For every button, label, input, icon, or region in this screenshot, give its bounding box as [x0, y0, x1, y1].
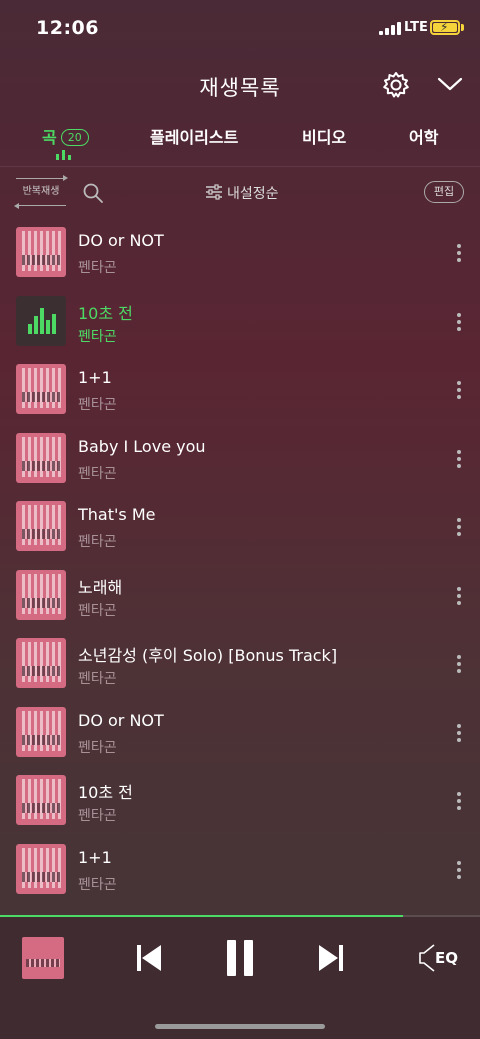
album-art — [16, 775, 66, 825]
more-options-icon[interactable] — [455, 655, 463, 675]
more-options-icon[interactable] — [455, 723, 463, 744]
song-artist: 펜타곤 — [78, 397, 117, 413]
song-title: 10초 전 — [78, 783, 133, 802]
song-title: 1+1 — [78, 368, 112, 387]
song-row[interactable]: That's Me 펜타곤 — [0, 492, 480, 560]
album-art — [16, 364, 66, 414]
battery-icon: ⚡ — [430, 20, 460, 35]
album-art — [16, 843, 66, 894]
song-row[interactable]: 1+1 펜타곤 — [0, 835, 480, 903]
signal-icon — [379, 22, 401, 35]
song-row[interactable]: Baby I Love you 펜타곤 — [0, 424, 480, 492]
album-art — [16, 227, 66, 277]
now-playing-art — [16, 295, 66, 346]
tab-songs[interactable]: 곡 20 — [42, 124, 89, 148]
eq-label: EQ — [435, 949, 458, 967]
more-options-icon[interactable] — [455, 586, 463, 607]
divider — [0, 166, 480, 167]
equalizer-icon — [56, 150, 72, 160]
status-bar: 12:06 LTE ⚡ — [0, 0, 480, 58]
edit-button[interactable]: 편집 — [424, 181, 464, 203]
repeat-button[interactable]: 반복재생 — [14, 175, 68, 209]
song-artist: 펜타곤 — [78, 260, 117, 276]
song-title: DO or NOT — [78, 710, 164, 730]
search-button[interactable] — [82, 182, 104, 204]
song-row[interactable]: 10초 전펜타곤 — [0, 287, 480, 355]
song-title: 1+1 — [78, 847, 112, 867]
song-title: 10초 전 — [78, 303, 133, 323]
mini-player: EQ — [0, 917, 480, 1039]
more-options-icon[interactable] — [455, 860, 463, 881]
header: 재생목록 — [0, 58, 480, 110]
song-list: DO or NOT 펜타곤 10초 전 펜타곤 1+1 펜타곤 Baby I Love yo… — [0, 218, 480, 916]
album-art — [16, 501, 66, 551]
song-title: 소년감성 (후이 Solo) [Bonus Track] — [78, 646, 338, 665]
pause-button[interactable] — [226, 939, 254, 977]
skip-next-icon — [319, 945, 343, 971]
song-row[interactable]: 1+1 펜타곤 — [0, 355, 480, 423]
song-title: That's Me — [78, 505, 156, 524]
song-row[interactable]: 노래해펜타곤 — [0, 561, 480, 629]
next-button[interactable] — [318, 943, 344, 973]
sort-label: 내설정순 — [227, 186, 279, 202]
more-options-icon[interactable] — [455, 244, 463, 264]
previous-button[interactable] — [136, 943, 162, 973]
gear-icon — [383, 72, 409, 98]
more-options-icon[interactable] — [455, 792, 463, 812]
song-row[interactable]: 10초 전펜타곤 — [0, 766, 480, 834]
tab-bar: 곡 20 플레이리스트 비디오 어학 — [0, 118, 480, 162]
home-indicator — [155, 1024, 325, 1029]
eq-button[interactable]: EQ — [418, 943, 460, 973]
song-artist: 펜타곤 — [78, 534, 117, 550]
song-row[interactable]: DO or NOT 펜타곤 — [0, 698, 480, 766]
song-artist: 펜타곤 — [78, 328, 117, 345]
album-art — [16, 638, 66, 688]
song-title: Baby I Love you — [78, 436, 206, 456]
collapse-button[interactable] — [436, 72, 464, 96]
status-time: 12:06 — [36, 17, 99, 39]
tab-songs-count: 20 — [60, 129, 89, 146]
song-artist: 펜타곤 — [78, 602, 117, 619]
pause-icon — [227, 940, 253, 976]
tab-playlist[interactable]: 플레이리스트 — [150, 124, 238, 148]
album-art — [16, 569, 66, 620]
tab-video[interactable]: 비디오 — [302, 124, 346, 148]
now-playing-album-art[interactable] — [22, 937, 64, 979]
song-title: DO or NOT — [78, 231, 164, 250]
speaker-icon — [419, 944, 435, 972]
album-art — [16, 706, 66, 757]
song-row[interactable]: DO or NOT 펜타곤 — [0, 218, 480, 286]
song-title: 노래해 — [78, 577, 123, 597]
more-options-icon[interactable] — [455, 381, 463, 401]
list-toolbar: 반복재생 내설정순 편집 — [0, 172, 480, 212]
more-options-icon[interactable] — [455, 312, 463, 333]
song-artist: 펜타곤 — [78, 465, 117, 482]
settings-button[interactable] — [381, 70, 411, 100]
chevron-down-icon — [437, 77, 463, 91]
search-icon — [83, 183, 103, 203]
sliders-icon — [206, 184, 222, 200]
tab-songs-label: 곡 — [42, 128, 57, 147]
more-options-icon[interactable] — [455, 518, 463, 538]
song-artist: 펜타곤 — [78, 808, 117, 824]
song-artist: 펜타곤 — [78, 671, 117, 687]
album-art — [16, 432, 66, 483]
song-artist: 펜타곤 — [78, 739, 117, 756]
tab-language[interactable]: 어학 — [409, 124, 438, 148]
more-options-icon[interactable] — [455, 449, 463, 470]
network-type: LTE — [404, 20, 428, 35]
skip-previous-icon — [137, 945, 161, 971]
song-row[interactable]: 소년감성 (후이 Solo) [Bonus Track] 펜타곤 — [0, 629, 480, 697]
song-artist: 펜타곤 — [78, 876, 117, 893]
battery-tip — [461, 24, 464, 31]
